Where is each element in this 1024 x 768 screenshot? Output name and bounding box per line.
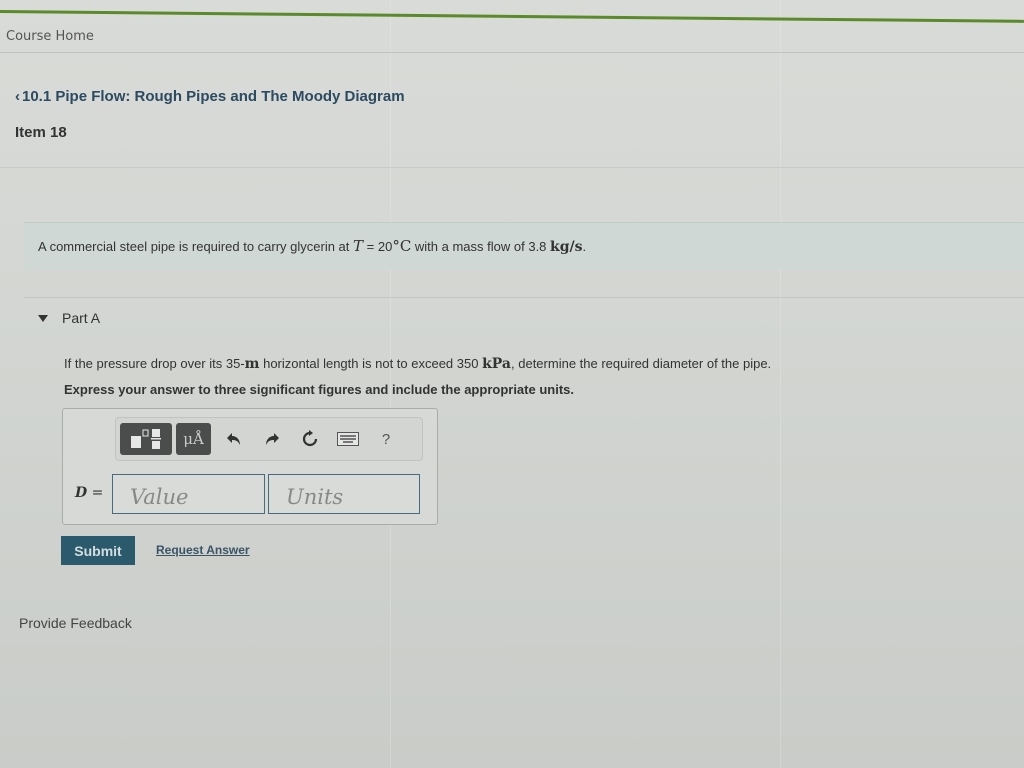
undo-button[interactable] [215,423,253,455]
caret-down-icon [38,314,48,322]
pressure-unit: kPa [482,356,512,372]
item-title: Item 18 [15,124,67,141]
problem-text-part: = 20 [363,239,393,254]
course-home-link[interactable]: Course Home [6,29,94,44]
templates-icon [131,429,161,449]
header-divider [0,52,1024,53]
symbols-button[interactable]: μÅ [176,423,211,455]
answer-box: μÅ ? D = [62,408,438,525]
redo-button[interactable] [253,423,291,455]
submit-button[interactable]: Submit [61,536,135,565]
chevron-left-icon: ‹ [15,88,20,105]
part-a-question: If the pressure drop over its 35-m horiz… [64,356,771,372]
part-a-toggle[interactable]: Part A [38,310,100,326]
problem-text-part: A commercial steel pipe is required to c… [38,239,354,254]
mass-flow-unit: kg/s [550,239,583,255]
temperature-variable: T [353,237,364,255]
answer-variable-label: D = [75,485,103,501]
redo-icon [266,433,279,445]
question-text-part: horizontal length is not to exceed 350 [259,356,483,371]
templates-button[interactable] [120,423,172,455]
temperature-unit: °C [392,237,412,255]
part-a-label: Part A [62,310,101,326]
answer-variable: D [75,485,88,501]
reset-icon [302,430,318,447]
request-answer-link[interactable]: Request Answer [156,543,250,557]
reset-button[interactable] [291,423,329,455]
keyboard-button[interactable] [329,423,367,455]
equals-sign: = [87,485,104,501]
units-input[interactable] [268,474,420,514]
screen-artifact [780,0,781,768]
breadcrumb[interactable]: ‹ 10.1 Pipe Flow: Rough Pipes and The Mo… [15,88,405,105]
top-accent-bar [0,10,1024,23]
answer-instruction: Express your answer to three significant… [64,382,574,397]
length-unit: m [244,356,260,372]
keyboard-icon [337,432,359,446]
question-text-part: If the pressure drop over its 35- [64,356,245,371]
part-divider [24,297,1024,298]
section-divider [0,167,1024,168]
problem-text: A commercial steel pipe is required to c… [38,237,586,255]
breadcrumb-label[interactable]: 10.1 Pipe Flow: Rough Pipes and The Mood… [22,88,405,105]
provide-feedback-link[interactable]: Provide Feedback [19,615,132,631]
problem-text-part: . [582,239,587,254]
problem-statement: A commercial steel pipe is required to c… [24,222,1024,270]
problem-text-part: with a mass flow of 3.8 [411,239,551,254]
question-text-part: , determine the required diameter of the… [511,356,772,371]
undo-icon [227,433,240,445]
math-toolbar: μÅ ? [115,417,423,461]
help-button[interactable]: ? [367,423,405,455]
value-input[interactable] [112,474,265,514]
